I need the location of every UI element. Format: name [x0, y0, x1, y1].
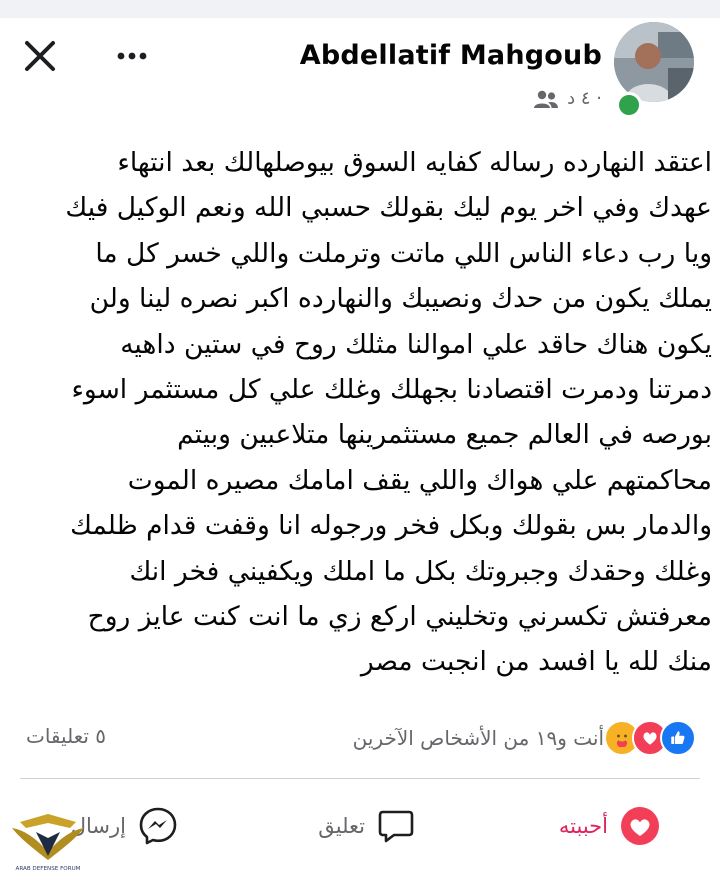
post-line: معرفتش تكسرني وتخليني اركع زي ما انت كنت…	[87, 601, 712, 633]
reactions-summary[interactable]: أنت و١٩ من الأشخاص الآخرين	[353, 720, 696, 756]
heart-icon	[621, 807, 659, 845]
friends-audience-icon[interactable]	[533, 89, 559, 109]
watermark-text: ARAB DEFENSE FORUM	[16, 866, 81, 872]
post-header: Abdellatif Mahgoub ٤ د ·	[0, 18, 720, 118]
comment-icon	[378, 810, 414, 843]
post-meta: ٤ د ·	[533, 88, 602, 109]
post-line: دمرتنا ودمرت اقتصادنا بجهلك وغلك علي كل …	[71, 374, 712, 406]
forum-watermark: ARAB DEFENSE FORUM	[6, 808, 90, 874]
post-line: محاكمتهم علي هواك واللي يقف امامك مصيره …	[127, 464, 712, 496]
post-line: يملك يكون من حدك ونصيبك والنهارده اكبر ن…	[89, 283, 712, 315]
post-actions: أحببته تعليق إرسال	[0, 796, 720, 856]
comment-button[interactable]: تعليق	[318, 796, 415, 856]
post-line: اعتقد النهارده رساله كفايه السوق بيوصلها…	[117, 147, 712, 178]
post-line: يكون هناك حاقد علي اموالنا مثلك روح في س…	[120, 328, 712, 360]
post-line: عهدك وفي اخر يوم ليك بقولك حسبي الله ونع…	[65, 192, 712, 224]
online-status-dot	[616, 92, 642, 118]
like-button[interactable]: أحببته	[559, 796, 660, 856]
like-reaction-icon	[660, 720, 696, 756]
post-line: والدمار بس بقولك وبكل فخر ورجوله انا وقف…	[70, 510, 712, 542]
top-strip	[0, 0, 720, 18]
reactions-summary-text: أنت و١٩ من الأشخاص الآخرين	[352, 726, 604, 750]
post-time: ٤ د ·	[567, 88, 602, 109]
post-line: بورصه في العالم جميع مستثمرينها متلاعبين…	[177, 419, 712, 451]
post-line: ويا رب دعاء الناس اللي ماتت وترملت واللي…	[95, 237, 712, 269]
post-line: وغلك وحقدك وجبروتك بكل ما املك ويكفيني ف…	[129, 555, 712, 587]
close-icon[interactable]	[22, 38, 58, 74]
messenger-icon	[139, 807, 177, 845]
post-line: منك لله يا افسد من انجبت مصر	[360, 646, 712, 678]
like-button-label: أحببته	[558, 814, 608, 838]
divider	[20, 778, 700, 779]
more-options-icon[interactable]	[112, 44, 152, 68]
comments-count[interactable]: ٥ تعليقات	[26, 724, 106, 748]
reaction-icons	[604, 720, 696, 756]
post-body: اعتقد النهارده رساله كفايه السوق بيوصلها…	[40, 140, 712, 685]
author-name[interactable]: Abdellatif Mahgoub	[300, 40, 602, 71]
comment-button-label: تعليق	[318, 814, 365, 838]
author-avatar[interactable]	[614, 22, 694, 102]
